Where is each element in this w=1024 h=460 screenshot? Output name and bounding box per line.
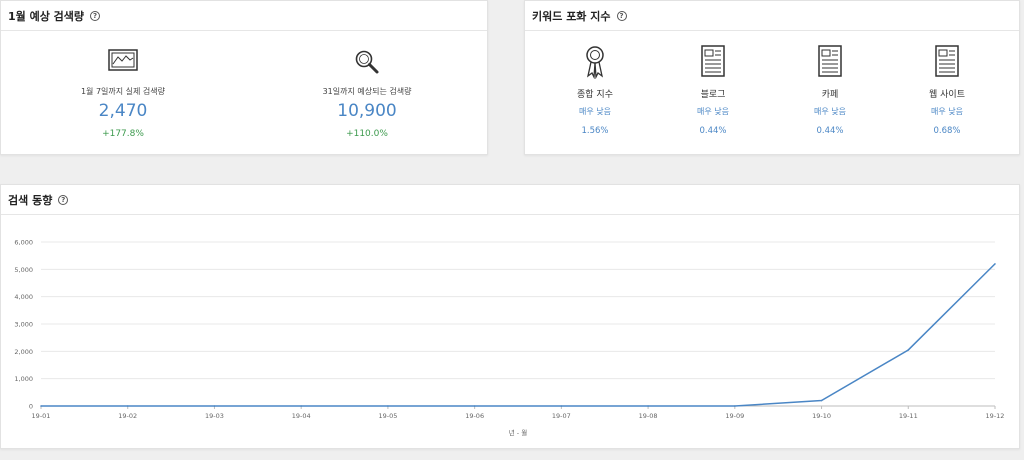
keyword-saturation-card: 키워드 포화 지수 ? 종합 지수 매우 낮음 1.56% 블로그 매우 낮음 … — [524, 0, 1020, 155]
document-icon — [818, 45, 842, 81]
search-trend-header: 검색 동향 ? — [1, 185, 1019, 215]
y-tick-label: 2,000 — [14, 348, 33, 356]
x-tick-label: 19-12 — [986, 412, 1005, 420]
keyword-saturation-header: 키워드 포화 지수 ? — [525, 1, 1019, 31]
data-point[interactable] — [300, 405, 302, 407]
actual-volume-metric: 1월 7일까지 실제 검색량 2,470 +177.8% — [1, 31, 245, 155]
series-line — [41, 263, 996, 407]
data-point[interactable] — [387, 405, 389, 407]
saturation-level: 매우 낮음 — [931, 107, 963, 116]
search-trend-chart: 01,0002,0003,0004,0005,0006,000 19-01 19-… — [14, 239, 1005, 438]
data-point[interactable] — [647, 405, 649, 407]
award-ribbon-icon — [584, 45, 606, 83]
help-icon[interactable]: ? — [616, 10, 627, 21]
saturation-level: 매우 낮음 — [579, 107, 611, 116]
saturation-percent: 0.68% — [933, 126, 961, 136]
data-point[interactable] — [820, 399, 823, 402]
help-icon[interactable]: ? — [90, 10, 101, 21]
x-tick-label: 19-02 — [118, 412, 137, 420]
expected-volume-value: 10,900 — [337, 101, 397, 121]
y-tick-label: 0 — [29, 403, 33, 411]
expected-volume-label: 31일까지 예상되는 검색량 — [322, 87, 412, 96]
document-icon — [701, 45, 725, 81]
data-point[interactable] — [40, 405, 42, 407]
chart-x-ticks: 19-01 19-02 19-03 19-04 19-05 19-06 19-07 19-08… — [32, 406, 1005, 420]
saturation-label: 웹 사이트 — [929, 90, 965, 100]
saturation-percent: 1.56% — [581, 126, 609, 136]
x-tick-label: 19-09 — [725, 412, 744, 420]
expected-volume-metric: 31일까지 예상되는 검색량 10,900 +110.0% — [245, 31, 489, 155]
line-chart-image-icon — [108, 49, 138, 75]
monthly-volume-header: 1월 예상 검색량 ? — [1, 1, 487, 31]
monthly-volume-card: 1월 예상 검색량 ? 1월 7일까지 실제 검색량 2,470 +177.8%… — [0, 0, 488, 155]
y-tick-label: 1,000 — [14, 375, 33, 383]
x-tick-label: 19-07 — [552, 412, 571, 420]
monthly-volume-title: 1월 예상 검색량 — [8, 9, 85, 23]
data-point[interactable] — [213, 405, 216, 407]
actual-volume-value: 2,470 — [98, 101, 148, 121]
chart-y-ticks: 0 1,000 2,000 3,000 4,000 5,000 6,000 — [14, 239, 33, 411]
x-tick-label: 19-10 — [812, 412, 831, 420]
saturation-item-blog: 블로그 매우 낮음 0.44% — [654, 31, 772, 155]
saturation-label: 블로그 — [700, 90, 726, 100]
saturation-label: 종합 지수 — [577, 90, 613, 100]
chart-x-axis-label: 년 - 월 — [509, 428, 527, 437]
actual-volume-label: 1월 7일까지 실제 검색량 — [80, 87, 166, 96]
saturation-label: 카페 — [821, 90, 839, 100]
saturation-item-website: 웹 사이트 매우 낮음 0.68% — [888, 31, 1006, 155]
data-point[interactable] — [473, 405, 476, 407]
saturation-item-overall: 종합 지수 매우 낮음 1.56% — [536, 31, 654, 155]
x-tick-label: 19-08 — [639, 412, 658, 420]
chart-gridlines — [41, 241, 995, 407]
y-tick-label: 4,000 — [14, 293, 33, 301]
x-tick-label: 19-06 — [465, 412, 484, 420]
chart-series — [40, 263, 996, 407]
data-point[interactable] — [734, 405, 736, 407]
y-tick-label: 6,000 — [14, 239, 33, 247]
actual-volume-change: +177.8% — [102, 129, 144, 139]
x-tick-label: 19-01 — [32, 412, 51, 420]
x-tick-label: 19-04 — [292, 412, 311, 420]
data-point[interactable] — [126, 405, 129, 407]
x-tick-label: 19-05 — [378, 412, 397, 420]
x-tick-label: 19-11 — [899, 412, 918, 420]
x-tick-label: 19-03 — [205, 412, 224, 420]
search-trend-card: 검색 동향 ? 0 1,000 2,000 3,000 4,000 5,000 6,000 … — [0, 184, 1020, 449]
data-point[interactable] — [994, 263, 996, 265]
keyword-saturation-title: 키워드 포화 지수 — [532, 9, 611, 23]
data-point[interactable] — [560, 405, 563, 407]
y-tick-label: 3,000 — [14, 321, 33, 329]
saturation-item-cafe: 카페 매우 낮음 0.44% — [771, 31, 889, 155]
document-icon — [935, 45, 959, 81]
search-trend-title: 검색 동향 — [8, 193, 53, 207]
magnifier-icon — [354, 49, 380, 79]
help-icon[interactable]: ? — [58, 194, 69, 205]
saturation-percent: 0.44% — [816, 126, 844, 136]
saturation-level: 매우 낮음 — [697, 107, 729, 116]
saturation-percent: 0.44% — [699, 126, 727, 136]
expected-volume-change: +110.0% — [346, 129, 388, 139]
data-point[interactable] — [907, 349, 910, 351]
y-tick-label: 5,000 — [14, 266, 33, 274]
saturation-level: 매우 낮음 — [814, 107, 846, 116]
